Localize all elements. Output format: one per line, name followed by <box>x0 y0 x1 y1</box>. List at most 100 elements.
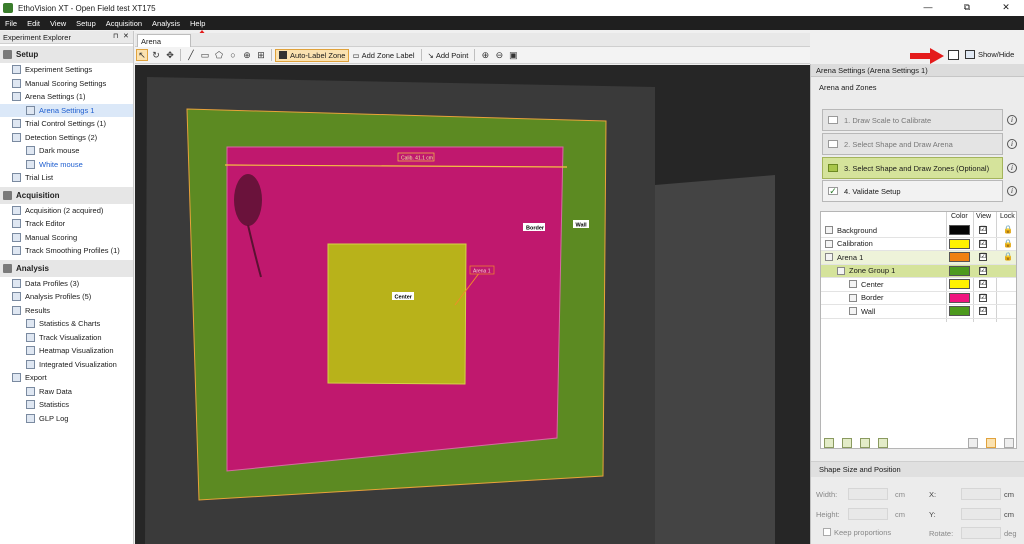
tree-item-track-visualization[interactable]: Track Visualization <box>0 331 133 345</box>
section-analysis[interactable]: Analysis <box>0 259 133 277</box>
pin-icon[interactable]: ⊓ <box>113 32 118 40</box>
zone-color-swatch[interactable] <box>949 306 970 316</box>
rotate-icon[interactable]: ↻ <box>150 49 162 61</box>
tree-item-arena-settings-1[interactable]: Arena Settings (1) <box>0 90 133 104</box>
lock-icon[interactable]: 🔒 <box>1003 252 1013 261</box>
tree-item-heatmap-visualization[interactable]: Heatmap Visualization <box>0 344 133 358</box>
keep-proportions-checkbox[interactable] <box>823 528 831 536</box>
tree-item-glp-log[interactable]: GLP Log <box>0 412 133 426</box>
zone-view-checkbox[interactable]: ☑ <box>979 226 987 234</box>
zone-row-zone-group-1[interactable]: Zone Group 1 ☑ <box>821 264 1016 278</box>
info-icon[interactable]: i <box>1007 163 1017 173</box>
menu-setup[interactable]: Setup <box>71 19 101 28</box>
info-icon[interactable]: i <box>1007 186 1017 196</box>
zone-view-checkbox[interactable]: ☑ <box>979 239 987 248</box>
zone-properties-icon[interactable] <box>878 438 888 448</box>
height-field[interactable] <box>848 508 888 520</box>
close-panel-icon[interactable]: ✕ <box>123 32 129 40</box>
step-validate-button[interactable]: ✓ 4. Validate Setup <box>822 180 1003 202</box>
lock-icon[interactable]: 🔒 <box>1003 225 1013 234</box>
zoom-in-icon[interactable]: ⊕ <box>479 49 491 61</box>
tree-item-detection-settings-2[interactable]: Detection Settings (2) <box>0 131 133 145</box>
zone-row-border[interactable]: Border ☑ <box>821 292 1016 305</box>
rectangle-tool-icon[interactable]: ▭ <box>199 49 211 61</box>
zone-row-background[interactable]: Background ☑ 🔒 <box>821 224 1016 238</box>
polygon-tool-icon[interactable]: ⬠ <box>213 49 225 61</box>
menu-acquisition[interactable]: Acquisition <box>101 19 147 28</box>
center-zone[interactable] <box>327 243 467 385</box>
zone-row-center[interactable]: Center ☑ <box>821 278 1016 292</box>
x-field[interactable] <box>961 488 1001 500</box>
center-label[interactable]: Center <box>395 295 413 301</box>
menu-view[interactable]: View <box>45 19 71 28</box>
section-setup[interactable]: Setup <box>0 46 133 63</box>
step-calibrate-button[interactable]: 1. Draw Scale to Calibrate <box>822 109 1003 131</box>
menu-edit[interactable]: Edit <box>22 19 45 28</box>
zone-view-checkbox[interactable]: ☑ <box>979 280 987 288</box>
zone-color-swatch[interactable] <box>949 265 970 276</box>
zone-view-checkbox[interactable]: ☑ <box>979 307 987 315</box>
menu-analysis[interactable]: Analysis <box>147 19 185 28</box>
close-button[interactable]: ✕ <box>992 0 1020 16</box>
tree-item-white-mouse[interactable]: White mouse <box>0 158 133 172</box>
tree-item-trial-control-settings-1[interactable]: Trial Control Settings (1) <box>0 117 133 131</box>
zone-view-checkbox[interactable]: ☑ <box>979 253 987 261</box>
tree-item-integrated-visualization[interactable]: Integrated Visualization <box>0 358 133 372</box>
step-draw-arena-button[interactable]: 2. Select Shape and Draw Arena <box>822 133 1003 155</box>
wall-label[interactable]: Wall <box>576 223 588 229</box>
menu-help[interactable]: Help <box>185 19 210 28</box>
zone-color-swatch[interactable] <box>949 279 970 289</box>
grid-tool-icon[interactable]: ⊞ <box>255 49 267 61</box>
tab-arena-settings[interactable]: Arena Settings <box>137 34 191 55</box>
add-zone-label-button[interactable]: ▭ Add Zone Label <box>349 49 417 62</box>
video-canvas[interactable]: Calib. 41.1 cm Border Wall Center Arena … <box>135 65 810 544</box>
menu-file[interactable]: File <box>0 19 22 28</box>
zone-view-checkbox[interactable]: ☑ <box>979 293 987 302</box>
tree-item-arena-settings-1[interactable]: Arena Settings 1 <box>0 103 133 117</box>
auto-label-zone-button[interactable]: Auto-Label Zone <box>275 48 350 62</box>
tree-item-acquisition-2-acquired[interactable]: Acquisition (2 acquired) <box>0 204 133 218</box>
tree-item-dark-mouse[interactable]: Dark mouse <box>0 144 133 158</box>
zone-view-checkbox[interactable]: ☑ <box>979 266 987 275</box>
tree-item-experiment-settings[interactable]: Experiment Settings <box>0 63 133 77</box>
zone-color-swatch[interactable] <box>949 292 970 303</box>
rotate-field[interactable] <box>961 527 1001 539</box>
width-field[interactable] <box>848 488 888 500</box>
edit-zone-icon[interactable] <box>860 438 870 448</box>
tree-item-manual-scoring[interactable]: Manual Scoring <box>0 231 133 245</box>
info-icon[interactable]: i <box>1007 139 1017 149</box>
add-group-icon[interactable] <box>842 438 852 448</box>
tree-item-manual-scoring-settings[interactable]: Manual Scoring Settings <box>0 77 133 91</box>
arena-label[interactable]: Arena 1 <box>473 269 491 275</box>
lock-icon[interactable]: 🔒 <box>1003 239 1013 248</box>
zoom-out-icon[interactable]: ⊖ <box>493 49 505 61</box>
minimize-button[interactable]: — <box>914 0 942 16</box>
section-acquisition[interactable]: Acquisition <box>0 186 133 204</box>
add-point-button[interactable]: ↘ Add Point <box>425 49 472 62</box>
tree-item-export[interactable]: Export <box>0 371 133 385</box>
crosshair-tool-icon[interactable]: ⊕ <box>241 49 253 61</box>
zone-row-wall[interactable]: Wall ☑ <box>821 305 1016 319</box>
camera-icon[interactable]: ▣ <box>507 49 519 61</box>
restore-button[interactable]: ⧉ <box>953 0 981 16</box>
tree-item-trial-list[interactable]: Trial List <box>0 171 133 185</box>
circle-tool-icon[interactable]: ○ <box>227 49 239 61</box>
show-hide-button[interactable]: Show/Hide <box>965 50 1014 59</box>
tree-item-raw-data[interactable]: Raw Data <box>0 385 133 399</box>
tree-item-track-editor[interactable]: Track Editor <box>0 217 133 231</box>
panel-layout-icon[interactable] <box>948 50 959 60</box>
zone-color-swatch[interactable] <box>949 252 970 262</box>
tree-item-results[interactable]: Results <box>0 304 133 318</box>
sort-icon[interactable] <box>1004 438 1014 448</box>
info-icon[interactable]: i <box>1007 115 1017 125</box>
tree-item-analysis-profiles-5[interactable]: Analysis Profiles (5) <box>0 290 133 304</box>
zone-row-arena-1[interactable]: Arena 1 ☑ 🔒 <box>821 251 1016 265</box>
tree-item-data-profiles-3[interactable]: Data Profiles (3) <box>0 277 133 291</box>
border-label[interactable]: Border <box>526 226 545 232</box>
zone-color-swatch[interactable] <box>949 238 970 249</box>
move-icon[interactable]: ✥ <box>164 49 176 61</box>
calibration-label[interactable]: Calib. 41.1 cm <box>401 156 433 162</box>
step-draw-zones-button[interactable]: 3. Select Shape and Draw Zones (Optional… <box>822 157 1003 179</box>
copy-icon[interactable] <box>968 438 978 448</box>
line-tool-icon[interactable]: ╱ <box>185 49 197 61</box>
